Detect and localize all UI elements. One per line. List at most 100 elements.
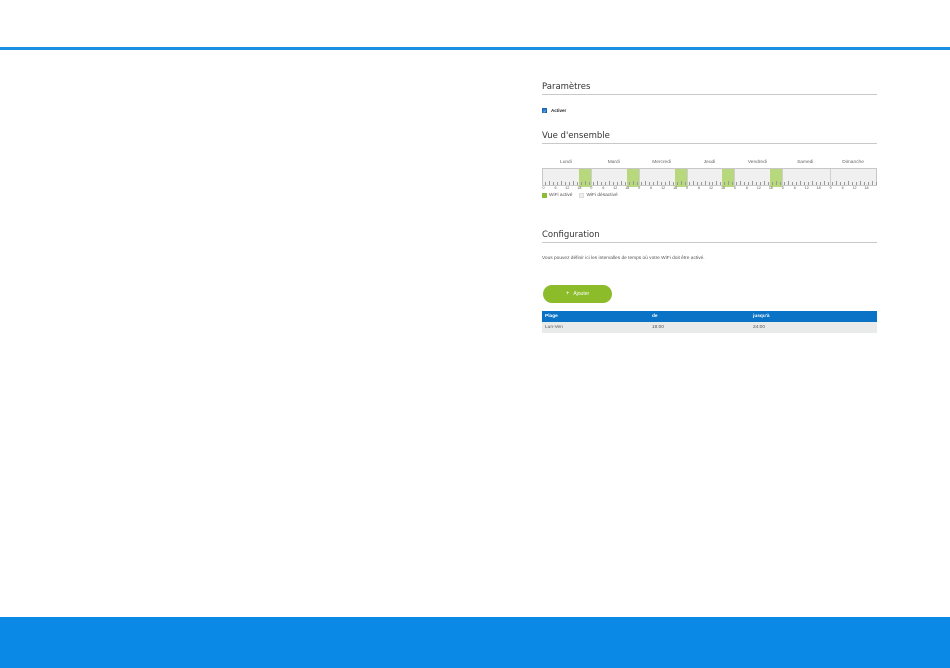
hour-label: 18 (673, 186, 678, 190)
hour-tick (588, 182, 590, 185)
hour-tick (780, 182, 781, 185)
hour-tick (560, 181, 562, 185)
activate-label: Activer (551, 108, 567, 113)
add-interval-button[interactable]: + Ajouter (543, 285, 612, 303)
hour-tick (800, 181, 801, 185)
hour-tick (664, 182, 666, 185)
table-row[interactable]: Lun-Ven 18:00 24:00 (542, 322, 877, 333)
hour-tick (552, 182, 554, 185)
hour-tick (772, 182, 773, 185)
hour-tick (640, 182, 642, 185)
hour-tick (652, 182, 654, 185)
hour-tick (628, 182, 630, 185)
hour-tick (668, 181, 670, 185)
hour-label: 6 (745, 186, 748, 190)
hour-label: 18 (625, 186, 630, 190)
hour-tick (848, 181, 849, 185)
hour-label: 18 (864, 186, 869, 190)
hour-tick (608, 181, 610, 185)
section-divider (542, 143, 877, 144)
hour-tick (808, 182, 809, 185)
cell-to: 24:00 (753, 325, 766, 330)
day-label: Dimanche (842, 160, 864, 165)
hour-tick (864, 182, 865, 185)
hour-tick (660, 182, 662, 185)
day-label: Mercredi (652, 160, 671, 165)
hour-tick (544, 182, 546, 185)
plus-icon: + (565, 291, 570, 297)
activate-checkbox[interactable]: ✓ (542, 108, 547, 114)
day-separator (590, 169, 592, 187)
hour-label: 12 (804, 186, 809, 190)
hour-tick (548, 181, 550, 185)
hour-tick (644, 181, 646, 185)
add-button-label: Ajouter (573, 291, 590, 297)
hour-tick (872, 181, 873, 185)
hour-label: 0 (733, 186, 736, 190)
section-divider (542, 242, 877, 243)
hour-label: 0 (590, 186, 593, 190)
configuration-description: Vous pouvez définir ici les intervalles … (542, 256, 705, 261)
hour-tick (728, 181, 729, 185)
cell-from: 18:00 (652, 325, 665, 330)
wifi-inactive-legend-label: WiFi désactivé (586, 193, 618, 198)
hour-tick (804, 182, 805, 185)
hour-label: 6 (602, 186, 605, 190)
day-separator (830, 169, 832, 187)
hour-tick (828, 182, 829, 185)
hour-tick (868, 182, 869, 185)
hour-label: 6 (793, 186, 796, 190)
day-label: Vendredi (747, 160, 767, 165)
hour-tick (636, 182, 638, 185)
hour-tick (576, 182, 578, 185)
activate-row[interactable]: ✓ Activer (542, 108, 567, 114)
day-label: Mardi (607, 160, 620, 165)
hour-tick (720, 182, 721, 185)
hour-tick (680, 181, 682, 185)
hour-tick (792, 182, 793, 185)
hour-tick (852, 182, 853, 185)
hour-tick (684, 182, 686, 185)
configuration-title: Configuration (542, 230, 600, 240)
hour-tick (856, 182, 857, 185)
hour-label: 12 (756, 186, 761, 190)
hour-label: 0 (638, 186, 641, 190)
hour-tick (824, 181, 825, 185)
hour-label: 6 (841, 186, 844, 190)
day-label: Lundi (560, 160, 572, 165)
column-header-range: Plage (545, 314, 558, 319)
hour-tick (732, 182, 733, 185)
hour-tick (692, 181, 694, 185)
hour-label: 6 (650, 186, 653, 190)
column-header-to: jusqu'à (753, 314, 770, 319)
hour-tick (820, 182, 821, 185)
hour-tick (676, 182, 678, 185)
hour-tick (568, 182, 570, 185)
hour-label: 0 (781, 186, 784, 190)
hour-tick (744, 182, 745, 185)
hour-label: 12 (613, 186, 618, 190)
hour-tick (592, 182, 594, 185)
hour-tick (816, 182, 817, 185)
day-label: Jeudi (703, 160, 716, 165)
hour-tick (876, 182, 877, 185)
hour-tick (612, 182, 614, 185)
hour-tick (768, 182, 769, 185)
hour-label: 6 (554, 186, 557, 190)
hour-tick (604, 182, 606, 185)
hour-tick (724, 182, 725, 185)
hour-tick (712, 182, 713, 185)
settings-title: Paramètres (542, 82, 591, 92)
day-separator (638, 169, 640, 187)
wifi-inactive-swatch (579, 193, 585, 198)
header-accent-line (0, 47, 950, 50)
section-divider (542, 94, 877, 95)
hour-tick (580, 182, 582, 185)
day-label: Samedi (797, 160, 814, 165)
hour-tick (740, 181, 741, 185)
hour-tick (764, 181, 765, 185)
hour-label: 12 (709, 186, 713, 190)
wifi-active-legend-label: WiFi activé (549, 193, 573, 198)
table-header-row: Plage de jusqu'à (542, 311, 877, 322)
hour-label: 18 (768, 186, 773, 190)
